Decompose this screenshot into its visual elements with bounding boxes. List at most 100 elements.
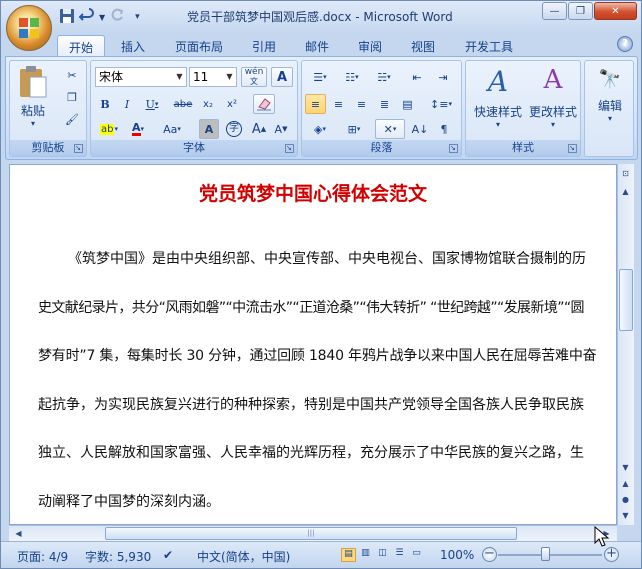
- tab-review[interactable]: 审阅: [348, 35, 392, 56]
- tab-view[interactable]: 视图: [401, 35, 445, 56]
- print-layout-icon[interactable]: ▤: [341, 548, 356, 562]
- align-left-icon[interactable]: ≡: [305, 94, 326, 114]
- office-button[interactable]: [6, 5, 52, 51]
- distributed-icon[interactable]: ▤: [397, 94, 418, 114]
- document-page[interactable]: 党员筑梦中国心得体会范文 《筑梦中国》是由中央组织部、中央宣传部、中央电视台、国…: [9, 164, 617, 525]
- vertical-scrollbar[interactable]: ⊡ ▲ ▼ ▲ ● ▼: [617, 164, 634, 525]
- underline-button[interactable]: U ▾: [139, 94, 165, 114]
- undo-dropdown-icon[interactable]: ▼: [99, 13, 105, 22]
- paragraph-launcher-icon[interactable]: ↘: [449, 144, 458, 153]
- shrink-font-button[interactable]: A ▼: [271, 119, 291, 139]
- paste-button[interactable]: 粘贴 ▾: [16, 65, 50, 128]
- clipboard-launcher-icon[interactable]: ↘: [74, 144, 83, 153]
- font-name-dropdown-icon[interactable]: ▼: [174, 69, 185, 85]
- clear-formatting-icon[interactable]: [253, 94, 275, 114]
- change-styles-button[interactable]: A 更改样式 ▾: [526, 65, 580, 137]
- scroll-left-icon[interactable]: ◀: [11, 526, 26, 541]
- scroll-up-icon[interactable]: ▲: [618, 184, 633, 199]
- editing-group: 🔭 编辑 ▾: [584, 60, 634, 157]
- font-launcher-icon[interactable]: ↘: [285, 144, 294, 153]
- horizontal-scroll-thumb[interactable]: |||: [105, 527, 517, 540]
- shading-icon[interactable]: ◈ ▾: [305, 119, 335, 139]
- cut-icon[interactable]: ✂: [62, 65, 82, 85]
- view-ruler-icon[interactable]: ⊡: [618, 166, 633, 181]
- tab-developer[interactable]: 开发工具: [456, 35, 522, 56]
- multilevel-list-icon[interactable]: ☵ ▾: [369, 67, 399, 87]
- format-painter-icon[interactable]: 🖌: [62, 109, 82, 129]
- bullets-icon[interactable]: ☰ ▾: [305, 67, 335, 87]
- align-right-icon[interactable]: ≡: [351, 94, 372, 114]
- align-center-icon[interactable]: ≡: [328, 94, 349, 114]
- close-button[interactable]: ✕: [594, 2, 637, 20]
- full-screen-reading-icon[interactable]: ▥: [358, 548, 373, 562]
- change-styles-icon: A: [543, 65, 563, 95]
- line-spacing-icon[interactable]: ↕≡ ▾: [426, 94, 456, 114]
- scroll-down-icon[interactable]: ▼: [618, 460, 633, 475]
- decrease-indent-icon[interactable]: ⇤: [406, 67, 428, 87]
- tab-page-layout[interactable]: 页面布局: [166, 35, 232, 56]
- editing-button[interactable]: 🔭 编辑 ▾: [587, 65, 633, 137]
- word-count[interactable]: 字数: 5,930: [85, 548, 151, 565]
- web-layout-icon[interactable]: ◫: [375, 548, 390, 562]
- zoom-level[interactable]: 100%: [440, 548, 474, 562]
- zoom-out-button[interactable]: −: [482, 547, 497, 562]
- grow-font-button[interactable]: A ▲: [249, 119, 269, 139]
- styles-launcher-icon[interactable]: ↘: [568, 144, 577, 153]
- window-controls: — ❐ ✕: [541, 2, 637, 20]
- numbering-icon[interactable]: ☷ ▾: [337, 67, 367, 87]
- previous-page-icon[interactable]: ▲: [618, 476, 633, 491]
- styles-group: A 快速样式 ▾ A 更改样式 ▾ 样式 ↘: [465, 60, 581, 157]
- draft-icon[interactable]: ▭: [409, 548, 424, 562]
- save-icon[interactable]: [59, 8, 75, 27]
- change-case-button[interactable]: Aa ▾: [157, 119, 187, 139]
- outline-icon[interactable]: ☰: [392, 548, 407, 562]
- help-icon[interactable]: ?: [617, 36, 633, 52]
- undo-icon[interactable]: [78, 7, 95, 27]
- font-size-dropdown-icon[interactable]: ▼: [224, 69, 235, 85]
- vertical-scroll-thumb[interactable]: [619, 269, 633, 331]
- font-color-button[interactable]: A ▾: [125, 119, 151, 139]
- zoom-slider-thumb[interactable]: [541, 547, 550, 561]
- tab-home[interactable]: 开始: [57, 35, 105, 56]
- document-paragraph: 《筑梦中国》是由中央组织部、中央宣传部、中央电视台、国家博物馆联合摄制的历 史文…: [38, 235, 598, 524]
- phonetic-guide-button[interactable]: wén 文: [241, 67, 267, 87]
- page-indicator[interactable]: 页面: 4/9: [17, 548, 68, 565]
- strikethrough-button[interactable]: abe: [171, 94, 195, 114]
- chinese-layout-icon[interactable]: ✕ ▾: [375, 119, 405, 139]
- zoom-in-button[interactable]: +: [604, 547, 619, 562]
- language-indicator[interactable]: 中文(简体，中国): [197, 548, 290, 565]
- horizontal-scrollbar[interactable]: ◀ ||| ▶: [9, 525, 617, 541]
- quick-styles-button[interactable]: A 快速样式 ▾: [470, 65, 526, 137]
- character-border-button[interactable]: A: [271, 67, 293, 87]
- eraser-icon: [257, 98, 271, 111]
- borders-icon[interactable]: ⊞ ▾: [339, 119, 369, 139]
- font-size-input[interactable]: 11 ▼: [189, 67, 237, 87]
- copy-icon[interactable]: ❐: [62, 87, 82, 107]
- justify-icon[interactable]: ≣: [374, 94, 395, 114]
- view-buttons: ▤ ▥ ◫ ☰ ▭: [341, 548, 424, 562]
- tab-references[interactable]: 引用: [242, 35, 286, 56]
- next-page-icon[interactable]: ▼: [618, 508, 633, 523]
- redo-icon[interactable]: [109, 8, 125, 27]
- italic-button[interactable]: I: [117, 94, 137, 114]
- select-browse-object-icon[interactable]: ●: [618, 492, 633, 507]
- mouse-pointer-icon: [594, 526, 610, 547]
- minimize-button[interactable]: —: [542, 2, 567, 20]
- font-name-input[interactable]: 宋体 ▼: [95, 67, 187, 87]
- bold-button[interactable]: B: [95, 94, 115, 114]
- subscript-button[interactable]: x₂: [197, 94, 219, 114]
- customize-toolbar-icon[interactable]: ▾: [135, 12, 140, 22]
- increase-indent-icon[interactable]: ⇥: [432, 67, 454, 87]
- proofing-icon[interactable]: ✔: [163, 548, 173, 562]
- sort-icon[interactable]: A↓: [409, 119, 431, 139]
- show-formatting-icon[interactable]: ¶: [433, 119, 455, 139]
- enclose-characters-button[interactable]: 字: [223, 119, 245, 139]
- superscript-button[interactable]: x²: [221, 94, 243, 114]
- restore-button[interactable]: ❐: [568, 2, 593, 20]
- tab-insert[interactable]: 插入: [111, 35, 155, 56]
- character-shading-button[interactable]: A: [199, 119, 219, 139]
- highlight-color-button[interactable]: ab ▾: [95, 119, 123, 139]
- tab-mailings[interactable]: 邮件: [295, 35, 339, 56]
- zoom-slider-track[interactable]: [498, 554, 602, 556]
- paragraph-line: 史文献纪录片，共分“风雨如磐”“中流击水”“正道沧桑”“伟大转折” “世纪跨越”…: [38, 299, 585, 316]
